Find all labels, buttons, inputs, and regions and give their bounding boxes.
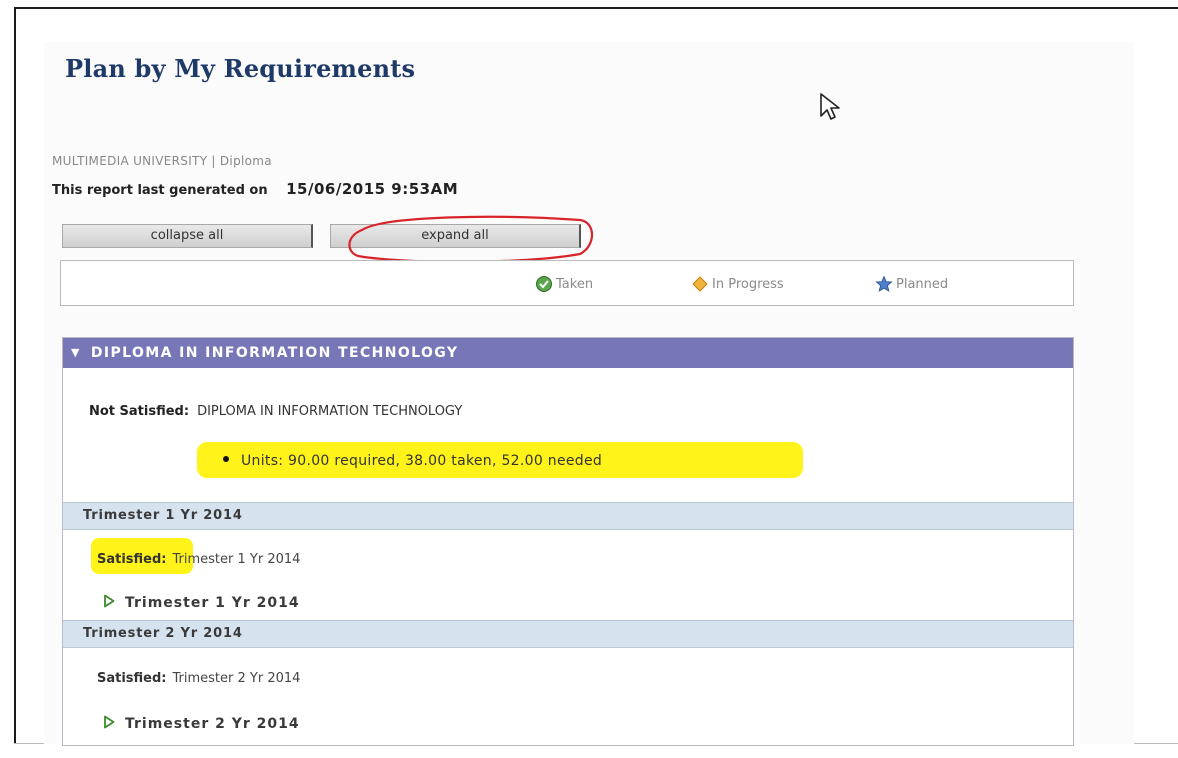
- requirement-status: Not Satisfied: DIPLOMA IN INFORMATION TEC…: [89, 404, 462, 419]
- legend-in-progress-label: In Progress: [712, 276, 784, 292]
- status-text: DIPLOMA IN INFORMATION TECHNOLOGY: [197, 404, 463, 419]
- term-link-label: Trimester 1 Yr 2014: [125, 595, 300, 611]
- legend-planned-label: Planned: [896, 276, 949, 292]
- status-label: Not Satisfied:: [89, 404, 190, 419]
- term-bar-label: Trimester 1 Yr 2014: [83, 508, 243, 523]
- term-status-text: Trimester 2 Yr 2014: [172, 671, 301, 686]
- page-title: Plan by My Requirements: [65, 54, 416, 83]
- expand-all-button[interactable]: expand all: [330, 224, 581, 248]
- section-header-label: DIPLOMA IN INFORMATION TECHNOLOGY: [90, 345, 459, 361]
- expand-arrow-icon: [104, 715, 115, 729]
- term-bar-2: Trimester 2 Yr 2014: [63, 620, 1073, 648]
- term-status-text: Trimester 1 Yr 2014: [172, 552, 301, 567]
- term-link-label: Trimester 2 Yr 2014: [125, 716, 300, 732]
- units-text: Units: 90.00 required, 38.00 taken, 52.0…: [241, 453, 603, 469]
- term-status-1: Satisfied: Trimester 1 Yr 2014: [97, 552, 300, 567]
- term-status-2: Satisfied: Trimester 2 Yr 2014: [97, 671, 300, 686]
- generated-date: 15/06/2015 9:53AM: [286, 180, 459, 198]
- term-status-label: Satisfied:: [97, 671, 167, 686]
- generated-label: This report last generated on: [52, 183, 268, 198]
- report-generated-line: This report last generated on 15/06/2015…: [52, 180, 458, 198]
- diamond-icon: [692, 276, 708, 292]
- term-status-label: Satisfied:: [97, 552, 167, 567]
- institution-label: MULTIMEDIA UNIVERSITY | Diploma: [52, 154, 272, 168]
- term-bar-1: Trimester 1 Yr 2014: [63, 502, 1073, 530]
- legend-taken: Taken: [535, 275, 593, 293]
- term-bar-label: Trimester 2 Yr 2014: [83, 626, 243, 641]
- collapse-triangle-icon[interactable]: ▼: [71, 338, 81, 368]
- legend-box: Taken In Progress Planned: [60, 260, 1074, 306]
- term-link-1[interactable]: Trimester 1 Yr 2014: [103, 594, 300, 611]
- units-line: Units: 90.00 required, 38.00 taken, 52.0…: [223, 453, 602, 469]
- mouse-cursor-icon: [820, 93, 840, 120]
- legend-in-progress: In Progress: [691, 275, 784, 293]
- term-link-2[interactable]: Trimester 2 Yr 2014: [103, 715, 300, 732]
- legend-taken-label: Taken: [556, 276, 594, 292]
- legend-planned: Planned: [875, 275, 948, 293]
- frame-top-border: [14, 7, 1178, 9]
- bullet-icon: [223, 456, 229, 462]
- check-icon: [536, 276, 552, 292]
- frame-left-border: [14, 7, 16, 744]
- requirement-section: ▼ DIPLOMA IN INFORMATION TECHNOLOGY Not S…: [62, 337, 1074, 746]
- star-icon: [875, 275, 893, 292]
- collapse-all-button[interactable]: collapse all: [62, 224, 313, 248]
- expand-arrow-icon: [104, 594, 115, 608]
- section-header[interactable]: ▼ DIPLOMA IN INFORMATION TECHNOLOGY: [63, 338, 1073, 368]
